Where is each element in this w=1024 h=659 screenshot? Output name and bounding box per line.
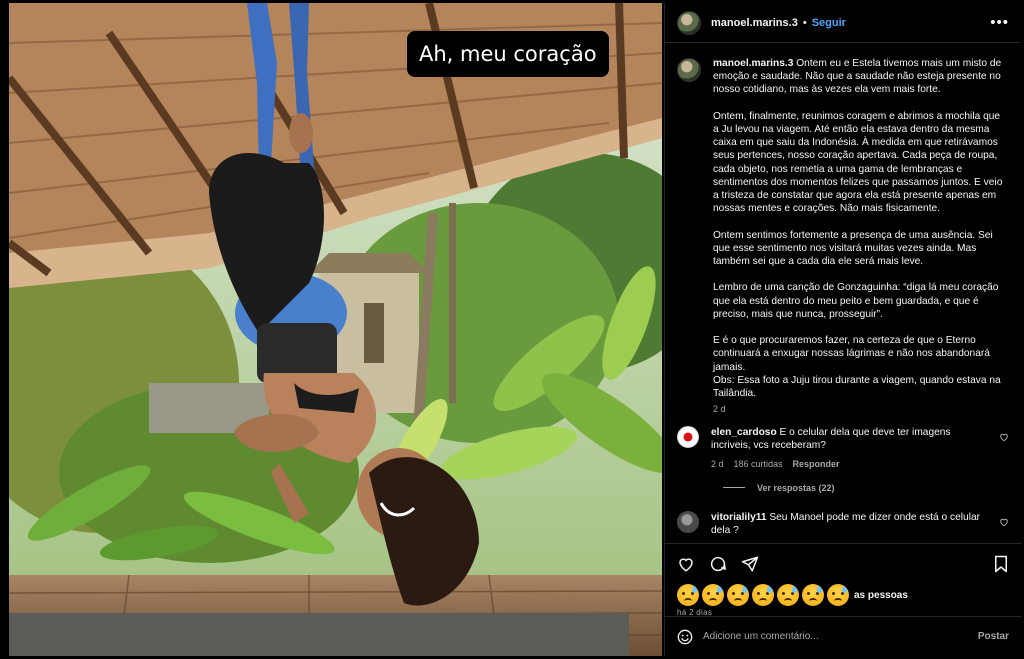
photo-scene [9,3,662,656]
sad-emoji-icon [727,584,749,606]
comment-meta: 2 d 186 curtidas Responder [711,459,981,469]
comment-like-icon[interactable] [999,432,1009,445]
share-icon[interactable] [741,555,759,573]
likes-summary[interactable]: as pessoas [677,584,1009,606]
comments-scroll-area[interactable]: manoel.marins.3 Ontem eu e Estela tivemo… [665,43,1021,543]
comment-icon[interactable] [709,555,727,573]
emoji-icon[interactable] [677,629,693,645]
post-header: manoel.marins.3 • Seguir ••• [665,3,1021,43]
commenter-username[interactable]: elen_cardoso [711,427,777,438]
photo-text-sticker: Ah, meu coração [407,31,609,77]
caption-username[interactable]: manoel.marins.3 [713,58,793,69]
sad-emoji-icon [752,584,774,606]
post-actions: as pessoas há 2 dias [665,543,1021,617]
header-separator: • [802,16,807,29]
commenter-avatar[interactable] [677,510,699,533]
likes-text[interactable]: as pessoas [854,590,908,601]
sad-emoji-icon [802,584,824,606]
action-icons [677,552,1009,576]
comment-time: 2 d [711,458,724,469]
reply-button[interactable]: Responder [793,459,840,469]
comment-like-icon[interactable] [999,517,1009,530]
author-username[interactable]: manoel.marins.3 [711,17,798,29]
bookmark-icon[interactable] [993,555,1009,573]
more-options-icon[interactable]: ••• [990,14,1009,31]
comment-item: elen_cardoso E o celular dela que deve t… [677,426,1009,469]
comment-item: vitorialily11 Seu Manoel pode me dizer o… [677,510,1009,537]
heart-icon[interactable] [677,555,695,573]
post-caption: manoel.marins.3 Ontem eu e Estela tivemo… [713,57,1006,400]
view-replies-button[interactable]: Ver respostas (22) [723,483,1009,493]
author-avatar[interactable] [677,10,701,35]
commenter-avatar[interactable] [677,426,699,449]
comment-input[interactable]: Adicione um comentário... [703,631,978,642]
sad-emoji-icon [777,584,799,606]
comment-text: vitorialily11 Seu Manoel pode me dizer o… [711,511,981,537]
comment-likes[interactable]: 186 curtidas [734,459,783,469]
post-comment-button[interactable]: Postar [978,631,1009,642]
caption-text: Ontem eu e Estela tivemos mais um misto … [713,58,1003,400]
caption-avatar[interactable] [677,58,701,82]
follow-button[interactable]: Seguir [812,17,846,29]
sad-emoji-icon [827,584,849,606]
post-photo[interactable]: Ah, meu coração [9,3,662,656]
replies-divider [723,487,745,489]
sad-emoji-icon [702,584,724,606]
view-replies-label: Ver respostas (22) [757,482,835,493]
add-comment-bar: Adicione um comentário... Postar [665,616,1021,656]
post-caption-row: manoel.marins.3 Ontem eu e Estela tivemo… [677,57,1009,414]
commenter-username[interactable]: vitorialily11 [711,512,767,523]
sad-emoji-icon [677,584,699,606]
post-sidebar: manoel.marins.3 • Seguir ••• manoel.mari… [664,3,1021,656]
post-time: 2 d [713,404,726,415]
comment-text: elen_cardoso E o celular dela que deve t… [711,426,981,452]
